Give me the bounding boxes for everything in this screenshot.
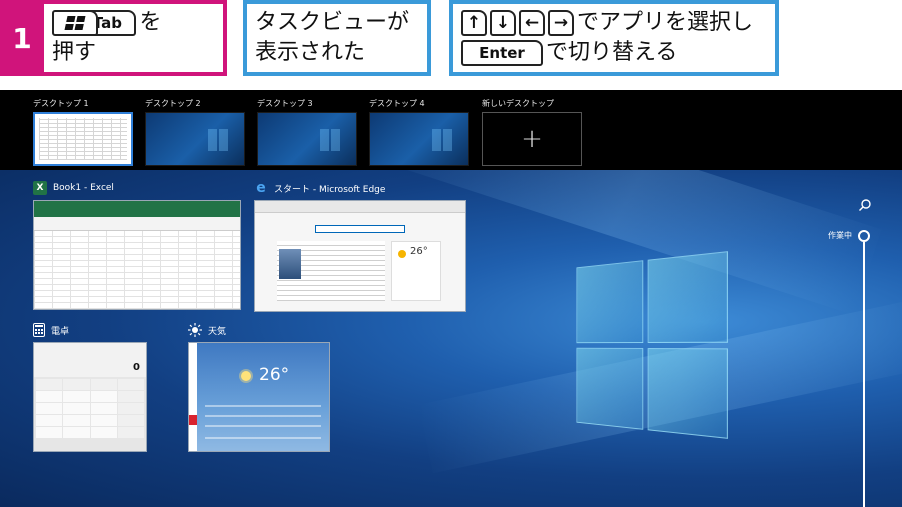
timeline-marker[interactable] bbox=[858, 230, 870, 242]
step3-line2-suffix: で切り替える bbox=[546, 40, 678, 65]
window-title: スタート - Microsoft Edge bbox=[274, 184, 386, 195]
arrow-up-key: ↑ bbox=[461, 10, 487, 36]
windows-logo-wallpaper bbox=[576, 251, 728, 439]
window-title: Book1 - Excel bbox=[53, 183, 114, 193]
timeline-label: 作業中 bbox=[828, 231, 852, 240]
search-icon[interactable] bbox=[858, 198, 872, 212]
desktop-label: デスクトップ 1 bbox=[33, 99, 89, 108]
window-thumbnail-excel[interactable] bbox=[33, 200, 241, 310]
edge-icon: e bbox=[256, 180, 266, 196]
sun-icon bbox=[241, 371, 251, 381]
desktop-2[interactable]: デスクトップ 2 bbox=[145, 90, 249, 166]
edge-weather-temp: 26° bbox=[410, 246, 428, 257]
desktop-3[interactable]: デスクトップ 3 bbox=[257, 90, 361, 166]
instruction-header: 1 + Tab を 押す タスクビューが 表示された ↑ ↓ ← → でアプリを… bbox=[0, 0, 902, 82]
desktop-label: デスクトップ 4 bbox=[369, 99, 425, 108]
excel-icon: X bbox=[33, 181, 47, 195]
desktop-1[interactable]: デスクトップ 1 bbox=[33, 90, 137, 166]
step2-line2: 表示された bbox=[255, 40, 366, 65]
enter-key: Enter bbox=[461, 40, 543, 66]
new-desktop-label: 新しいデスクトップ bbox=[482, 99, 554, 108]
task-view-screen: デスクトップ 1 デスクトップ 2 デスクトップ 3 デスクトップ 4 新しいデ… bbox=[0, 90, 902, 507]
step1-line2: 押す bbox=[52, 40, 97, 65]
window-thumbnail-edge[interactable]: 26° bbox=[254, 200, 466, 312]
weather-temperature: 26° bbox=[259, 365, 290, 385]
window-title: 天気 bbox=[208, 326, 227, 337]
step-callout-shortcut: + Tab を 押す bbox=[44, 0, 227, 76]
step2-line1: タスクビューが bbox=[255, 10, 410, 35]
virtual-desktops-bar: デスクトップ 1 デスクトップ 2 デスクトップ 3 デスクトップ 4 新しいデ… bbox=[0, 90, 902, 170]
step-number: 1 bbox=[0, 0, 44, 76]
arrow-right-key: → bbox=[548, 10, 574, 36]
windows-key-icon bbox=[52, 10, 98, 36]
window-thumbnail-calculator[interactable]: 0 bbox=[33, 342, 147, 452]
desktop-wallpaper: X Book1 - Excel e スタート - Microsoft Edge bbox=[0, 170, 902, 507]
step-callout-result: タスクビューが 表示された bbox=[243, 0, 431, 76]
step-callout-select: ↑ ↓ ← → でアプリを選択し Enter で切り替える bbox=[449, 0, 779, 76]
desktop-label: デスクトップ 3 bbox=[257, 99, 313, 108]
step1-suffix: を bbox=[139, 10, 162, 35]
sun-icon bbox=[398, 250, 406, 258]
new-desktop-tile[interactable]: + bbox=[482, 112, 582, 166]
step3-line1-suffix: でアプリを選択し bbox=[577, 10, 754, 35]
calculator-icon bbox=[33, 323, 45, 337]
new-desktop-button[interactable]: 新しいデスクトップ + bbox=[482, 90, 586, 166]
calculator-display: 0 bbox=[133, 362, 140, 373]
desktop-thumbnail[interactable] bbox=[369, 112, 469, 166]
desktop-label: デスクトップ 2 bbox=[145, 99, 201, 108]
window-thumbnail-weather[interactable]: 26° bbox=[188, 342, 330, 452]
desktop-thumbnail[interactable] bbox=[33, 112, 133, 166]
plus-icon: + bbox=[521, 124, 543, 154]
desktop-thumbnail[interactable] bbox=[257, 112, 357, 166]
sun-icon bbox=[188, 323, 202, 337]
window-title: 電卓 bbox=[51, 326, 70, 337]
arrow-down-key: ↓ bbox=[490, 10, 516, 36]
arrow-left-key: ← bbox=[519, 10, 545, 36]
desktop-thumbnail[interactable] bbox=[145, 112, 245, 166]
desktop-4[interactable]: デスクトップ 4 bbox=[369, 90, 473, 166]
timeline-scrollbar[interactable] bbox=[863, 242, 865, 507]
